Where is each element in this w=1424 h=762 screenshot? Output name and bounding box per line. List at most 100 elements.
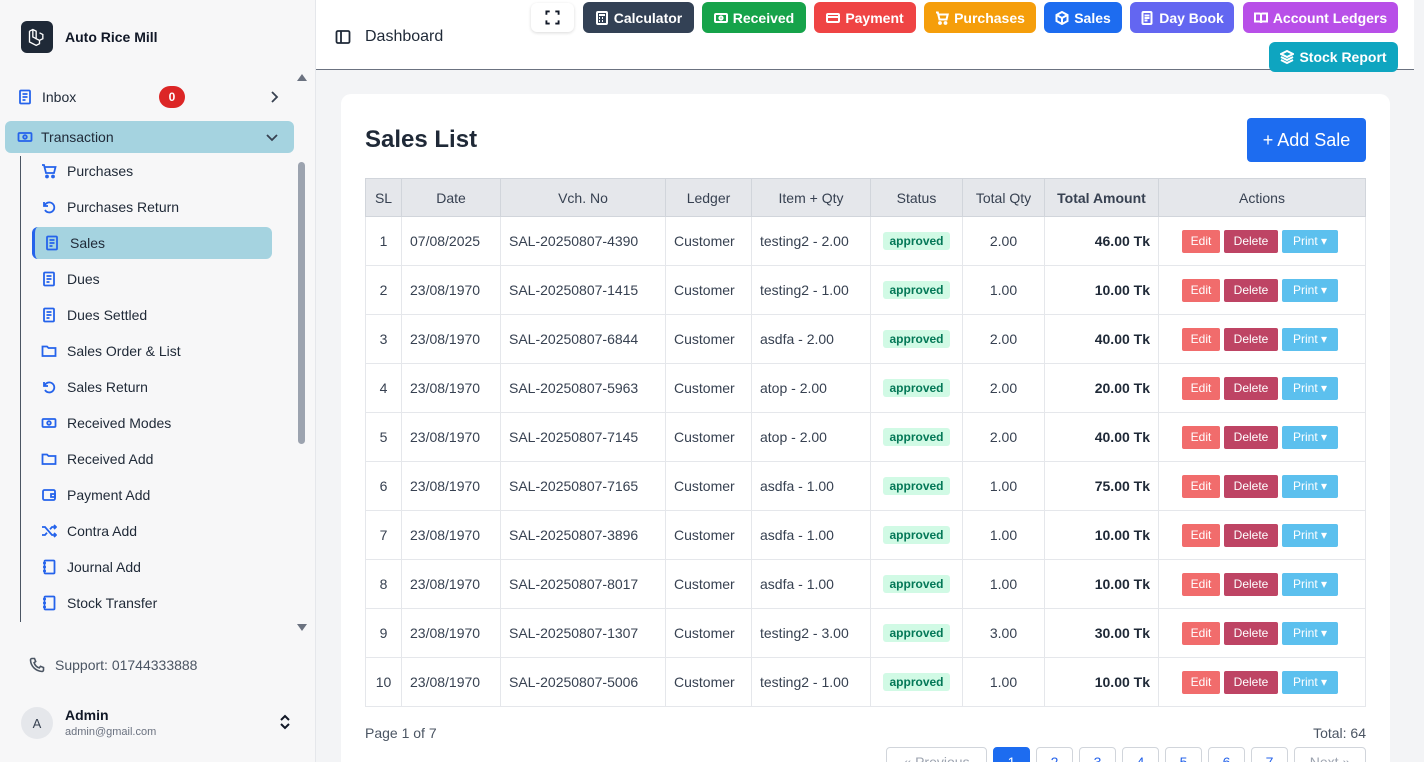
- page-button-2[interactable]: 2: [1036, 747, 1073, 762]
- delete-button[interactable]: Delete: [1224, 229, 1278, 253]
- delete-button[interactable]: Delete: [1224, 327, 1278, 351]
- edit-button[interactable]: Edit: [1182, 278, 1220, 302]
- cell-item-qty: atop - 2.00: [751, 412, 871, 462]
- table-row: 6 23/08/1970 SAL-20250807-7165 Customer asdf…: [365, 461, 1366, 511]
- support-contact: Support: 01744333888: [29, 657, 197, 673]
- cell-item-qty: asdfa - 1.00: [751, 559, 871, 609]
- cell-total-qty: 1.00: [962, 559, 1045, 609]
- sidebar-item-dues[interactable]: Dues: [41, 267, 100, 291]
- status-badge: approved: [883, 575, 950, 593]
- edit-button[interactable]: Edit: [1182, 670, 1220, 694]
- delete-button[interactable]: Delete: [1224, 621, 1278, 645]
- sidebar-toggle-icon[interactable]: [335, 29, 351, 45]
- sidebar-item-transaction[interactable]: Transaction: [5, 121, 294, 153]
- edit-button[interactable]: Edit: [1182, 474, 1220, 498]
- day-book-button[interactable]: Day Book: [1130, 2, 1234, 33]
- cell-total-amount: 30.00 Tk: [1044, 608, 1159, 658]
- page-button-3[interactable]: 3: [1079, 747, 1116, 762]
- cell-date: 23/08/1970: [401, 461, 501, 511]
- print-dropdown-button[interactable]: Print ▾: [1282, 621, 1338, 645]
- scroll-down-arrow-icon[interactable]: [297, 624, 307, 631]
- sidebar-item-payment-add[interactable]: Payment Add: [41, 483, 150, 507]
- page-info: Page 1 of 7: [365, 725, 437, 741]
- previous-page-button[interactable]: « Previous: [886, 747, 987, 762]
- account-ledgers-button[interactable]: Account Ledgers: [1243, 2, 1398, 33]
- print-dropdown-button[interactable]: Print ▾: [1282, 229, 1338, 253]
- sidebar-item-sales-return[interactable]: Sales Return: [41, 375, 148, 399]
- print-dropdown-button[interactable]: Print ▾: [1282, 523, 1338, 547]
- cell-item-qty: asdfa - 1.00: [751, 461, 871, 511]
- status-badge: approved: [883, 281, 950, 299]
- fullscreen-button[interactable]: [531, 3, 574, 32]
- edit-button[interactable]: Edit: [1182, 425, 1220, 449]
- payment-button[interactable]: Payment: [814, 2, 916, 33]
- next-page-button[interactable]: Next »: [1294, 747, 1366, 762]
- shuffle-icon: [42, 524, 57, 538]
- print-dropdown-button[interactable]: Print ▾: [1282, 425, 1338, 449]
- sidebar-item-journal-add[interactable]: Journal Add: [41, 555, 141, 579]
- edit-button[interactable]: Edit: [1182, 327, 1220, 351]
- sidebar-item-stock-transfer[interactable]: Stock Transfer: [41, 591, 157, 615]
- cell-total-qty: 1.00: [962, 461, 1045, 511]
- header-title: Dashboard: [335, 28, 443, 46]
- chevron-up-down-icon: [280, 714, 290, 730]
- page-button-4[interactable]: 4: [1122, 747, 1159, 762]
- sidebar-item-label: Purchases Return: [67, 199, 180, 215]
- sidebar-item-inbox[interactable]: Inbox 0: [17, 86, 282, 108]
- received-button[interactable]: Received: [702, 2, 806, 33]
- sidebar-item-contra-add[interactable]: Contra Add: [41, 519, 137, 543]
- page-button-5[interactable]: 5: [1165, 747, 1202, 762]
- cell-date: 23/08/1970: [401, 363, 501, 413]
- calculator-button[interactable]: Calculator: [583, 2, 694, 33]
- delete-button[interactable]: Delete: [1224, 523, 1278, 547]
- edit-button[interactable]: Edit: [1182, 572, 1220, 596]
- scrollbar-thumb[interactable]: [298, 162, 305, 444]
- purchases-button[interactable]: Purchases: [924, 2, 1036, 33]
- print-dropdown-button[interactable]: Print ▾: [1282, 376, 1338, 400]
- cell-total-amount: 10.00 Tk: [1044, 510, 1159, 560]
- sales-button[interactable]: Sales: [1044, 2, 1122, 33]
- edit-button[interactable]: Edit: [1182, 621, 1220, 645]
- cell-total-amount: 10.00 Tk: [1044, 559, 1159, 609]
- sidebar-item-purchases[interactable]: Purchases: [41, 159, 133, 183]
- delete-button[interactable]: Delete: [1224, 278, 1278, 302]
- cell-total-amount: 10.00 Tk: [1044, 657, 1159, 707]
- cell-sl: 6: [365, 461, 402, 511]
- print-dropdown-button[interactable]: Print ▾: [1282, 327, 1338, 351]
- sidebar-item-sales[interactable]: Sales: [32, 227, 272, 259]
- delete-button[interactable]: Delete: [1224, 425, 1278, 449]
- stock-report-button[interactable]: Stock Report: [1269, 42, 1398, 72]
- column-header-total-amount: Total Amount: [1044, 178, 1159, 217]
- print-dropdown-button[interactable]: Print ▾: [1282, 572, 1338, 596]
- edit-button[interactable]: Edit: [1182, 376, 1220, 400]
- notebook-icon: [43, 559, 56, 575]
- print-dropdown-button[interactable]: Print ▾: [1282, 670, 1338, 694]
- sidebar-item-label: Received Modes: [67, 415, 172, 431]
- scroll-up-arrow-icon[interactable]: [297, 74, 307, 81]
- page-heading: Dashboard: [365, 28, 444, 45]
- print-dropdown-button[interactable]: Print ▾: [1282, 474, 1338, 498]
- edit-button[interactable]: Edit: [1182, 523, 1220, 547]
- brand[interactable]: Auto Rice Mill: [21, 21, 158, 53]
- sidebar-item-purchases-return[interactable]: Purchases Return: [41, 195, 179, 219]
- delete-button[interactable]: Delete: [1224, 474, 1278, 498]
- delete-button[interactable]: Delete: [1224, 376, 1278, 400]
- sidebar-item-dues-settled[interactable]: Dues Settled: [41, 303, 147, 327]
- add-sale-button[interactable]: + Add Sale: [1247, 118, 1366, 162]
- sidebar-scrollbar[interactable]: [296, 70, 307, 636]
- sidebar-item-sales-order[interactable]: Sales Order & List: [41, 339, 181, 363]
- page-button-1[interactable]: 1: [993, 747, 1030, 762]
- delete-button[interactable]: Delete: [1224, 670, 1278, 694]
- cell-total-qty: 1.00: [962, 265, 1045, 315]
- cell-date: 23/08/1970: [401, 559, 501, 609]
- sales-table: SL Date Vch. No Ledger Item + Qty Status…: [365, 178, 1366, 707]
- edit-button[interactable]: Edit: [1182, 229, 1220, 253]
- print-dropdown-button[interactable]: Print ▾: [1282, 278, 1338, 302]
- sidebar-item-received-add[interactable]: Received Add: [41, 447, 153, 471]
- delete-button[interactable]: Delete: [1224, 572, 1278, 596]
- user-menu[interactable]: A Admin admin@gmail.com: [21, 705, 296, 743]
- page-button-6[interactable]: 6: [1208, 747, 1245, 762]
- page-button-7[interactable]: 7: [1251, 747, 1288, 762]
- button-label: Account Ledgers: [1272, 9, 1388, 26]
- sidebar-item-received-modes[interactable]: Received Modes: [41, 411, 171, 435]
